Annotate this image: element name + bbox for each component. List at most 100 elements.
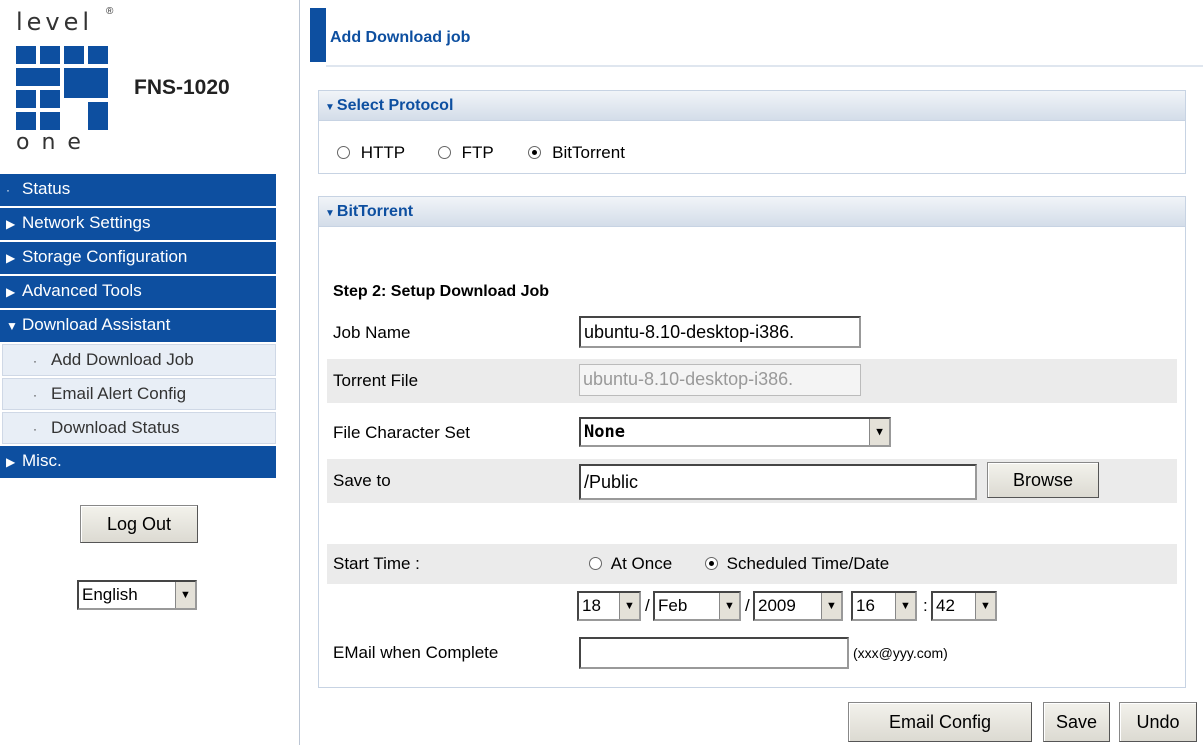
- panel-title: BitTorrent: [336, 203, 414, 220]
- chevron-down-icon: ▼: [869, 419, 889, 445]
- sidebar-divider: [299, 0, 300, 745]
- triangle-down-icon: ▼: [325, 208, 335, 219]
- page-header: Add Download job: [310, 8, 1203, 67]
- radio-label-at-once: At Once: [610, 554, 673, 573]
- nav-item-label: Misc.: [22, 451, 62, 470]
- torrent-file-row: Torrent File ubuntu-8.10-desktop-i386.: [327, 359, 1177, 403]
- save-to-input[interactable]: /Public: [579, 464, 977, 500]
- date-separator: /: [645, 596, 650, 615]
- logo-grid-icon: [16, 46, 112, 134]
- nav-item-label: Advanced Tools: [22, 281, 142, 300]
- email-label: EMail when Complete: [333, 643, 499, 662]
- email-config-button[interactable]: Email Config: [848, 702, 1032, 742]
- bittorrent-panel: ▼ BitTorrent Step 2: Setup Download Job J…: [318, 196, 1186, 688]
- nav-item-label: Download Assistant: [22, 315, 171, 334]
- radio-bittorrent[interactable]: [528, 146, 542, 159]
- radio-ftp[interactable]: [437, 146, 451, 159]
- torrent-file-label: Torrent File: [333, 371, 419, 390]
- email-format-hint: (xxx@yyy.com): [853, 645, 948, 661]
- nav-item-network-settings[interactable]: ▶ Network Settings: [0, 208, 276, 240]
- nav-subitem-label: Download Status: [51, 418, 180, 437]
- panel-title: Select Protocol: [336, 97, 454, 114]
- nav-item-advanced-tools[interactable]: ▶ Advanced Tools: [0, 276, 276, 308]
- save-to-label: Save to: [333, 471, 391, 490]
- language-select[interactable]: English ▼: [77, 580, 197, 610]
- bullet-icon: ·: [33, 388, 37, 402]
- nav-item-label: Network Settings: [22, 213, 151, 232]
- year-select-value: 2009: [758, 596, 796, 615]
- job-name-input[interactable]: ubuntu-8.10-desktop-i386.: [579, 316, 861, 348]
- header-rule: [326, 65, 1203, 67]
- levelone-logo: level ® one FNS-1020: [16, 6, 276, 156]
- start-time-row: Start Time : At Once Scheduled Time/Date: [327, 544, 1177, 584]
- save-button[interactable]: Save: [1043, 702, 1110, 742]
- job-name-row: Job Name ubuntu-8.10-desktop-i386.: [327, 311, 1177, 355]
- logout-button[interactable]: Log Out: [80, 505, 198, 543]
- language-select-value: English: [82, 585, 138, 604]
- logo-bottom-word: one: [16, 130, 93, 155]
- browse-button[interactable]: Browse: [987, 462, 1099, 498]
- charset-row: File Character Set None ▼: [327, 411, 1177, 455]
- nav-menu: · Status ▶ Network Settings ▶ Storage Confi…: [0, 174, 276, 480]
- radio-scheduled[interactable]: [704, 557, 718, 570]
- bittorrent-header[interactable]: ▼ BitTorrent: [319, 197, 1185, 227]
- nav-item-download-assistant[interactable]: ▼ Download Assistant: [0, 310, 276, 342]
- email-row: EMail when Complete (xxx@yyy.com): [327, 633, 1177, 677]
- sidebar: level ® one FNS-1020 · Status ▶ Network Se…: [0, 0, 276, 745]
- triangle-right-icon: ▶: [6, 251, 16, 265]
- nav-subitem-email-alert-config[interactable]: · Email Alert Config: [2, 378, 276, 410]
- hour-select[interactable]: 16 ▼: [851, 591, 917, 621]
- time-separator: :: [923, 596, 928, 615]
- radio-label-ftp: FTP: [461, 143, 494, 162]
- month-select[interactable]: Feb ▼: [653, 591, 741, 621]
- logo-registered-mark: ®: [106, 6, 114, 17]
- triangle-down-icon: ▼: [325, 102, 335, 113]
- triangle-right-icon: ▶: [6, 217, 16, 231]
- undo-button[interactable]: Undo: [1119, 702, 1197, 742]
- email-input[interactable]: [579, 637, 849, 669]
- nav-subitem-label: Email Alert Config: [51, 384, 187, 403]
- select-protocol-panel: ▼ Select Protocol HTTP FTP BitTorrent: [318, 90, 1186, 174]
- chevron-down-icon: ▼: [175, 582, 195, 608]
- date-separator: /: [745, 596, 750, 615]
- bullet-icon: ·: [6, 183, 10, 197]
- hour-select-value: 16: [856, 596, 875, 615]
- nav-item-status[interactable]: · Status: [0, 174, 276, 206]
- protocol-options: HTTP FTP BitTorrent: [337, 143, 625, 163]
- job-name-label: Job Name: [333, 323, 411, 342]
- nav-item-storage-configuration[interactable]: ▶ Storage Configuration: [0, 242, 276, 274]
- bullet-icon: ·: [33, 422, 37, 436]
- nav-subitem-download-status[interactable]: · Download Status: [2, 412, 276, 444]
- start-time-label: Start Time :: [333, 554, 420, 573]
- page-title: Add Download job: [330, 29, 471, 46]
- nav-item-label: Storage Configuration: [22, 247, 188, 266]
- year-select[interactable]: 2009 ▼: [753, 591, 843, 621]
- logo-top-word: level: [16, 8, 94, 36]
- charset-select-value: None: [584, 422, 625, 442]
- day-select[interactable]: 18 ▼: [577, 591, 641, 621]
- charset-label: File Character Set: [333, 423, 470, 442]
- charset-select[interactable]: None ▼: [579, 417, 891, 447]
- schedule-pickers: 18 ▼ / Feb ▼ / 2009 ▼ 16 ▼ : 42 ▼: [577, 591, 1007, 621]
- radio-label-scheduled: Scheduled Time/Date: [726, 554, 890, 573]
- nav-item-misc[interactable]: ▶ Misc.: [0, 446, 276, 478]
- chevron-down-icon: ▼: [975, 593, 995, 619]
- minute-select-value: 42: [936, 596, 955, 615]
- save-to-row: Save to /Public Browse: [327, 459, 1177, 503]
- nav-item-label: Status: [22, 179, 71, 198]
- select-protocol-header[interactable]: ▼ Select Protocol: [319, 91, 1185, 121]
- nav-subitem-add-download-job[interactable]: · Add Download Job: [2, 344, 276, 376]
- radio-label-bittorrent: BitTorrent: [552, 143, 625, 162]
- model-name: FNS-1020: [134, 76, 230, 99]
- radio-at-once[interactable]: [589, 557, 602, 570]
- minute-select[interactable]: 42 ▼: [931, 591, 997, 621]
- nav-subitem-label: Add Download Job: [51, 350, 194, 369]
- torrent-file-input: ubuntu-8.10-desktop-i386.: [579, 364, 861, 396]
- triangle-right-icon: ▶: [6, 455, 16, 469]
- chevron-down-icon: ▼: [619, 593, 639, 619]
- radio-http[interactable]: [337, 146, 350, 159]
- month-select-value: Feb: [658, 596, 688, 615]
- chevron-down-icon: ▼: [719, 593, 739, 619]
- step-heading: Step 2: Setup Download Job: [333, 283, 550, 300]
- triangle-right-icon: ▶: [6, 285, 16, 299]
